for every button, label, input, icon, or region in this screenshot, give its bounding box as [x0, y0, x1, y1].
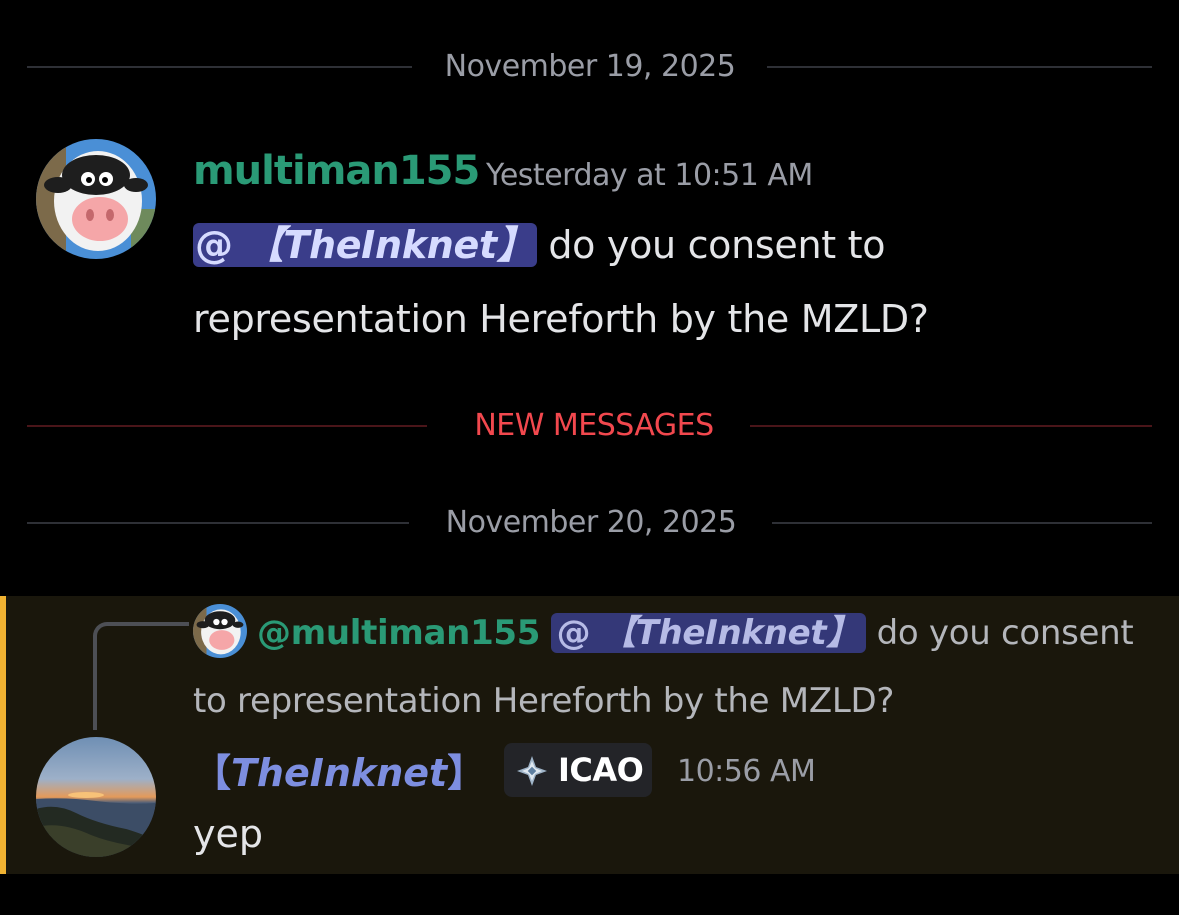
divider-line [767, 66, 1152, 68]
diamond-compass-icon [517, 756, 547, 786]
reply-preview[interactable]: @multiman155 @ 【TheInknet】 do you consen… [193, 599, 1153, 735]
reply-username[interactable]: @multiman155 [257, 613, 540, 653]
message-timestamp: 10:56 AM [677, 754, 816, 789]
message-username[interactable]: multiman155 [193, 148, 480, 194]
avatar[interactable] [36, 139, 156, 259]
user-mention[interactable]: @ 【TheInknet】 [193, 223, 537, 267]
date-label: November 19, 2025 [444, 49, 736, 84]
mention-at: @ [556, 613, 591, 653]
message-text: yep [193, 812, 263, 856]
username-bracket: 】 [447, 751, 486, 795]
cow-avatar-icon [193, 603, 247, 658]
date-divider: November 19, 2025 [27, 49, 1152, 84]
user-mention[interactable]: @ 【TheInknet】 [550, 613, 867, 653]
mention-at: @ [195, 223, 233, 267]
reply-spine [93, 622, 189, 730]
username-bracket: 【 [193, 751, 232, 795]
divider-line [750, 425, 1152, 427]
message-text: representation Hereforth by the MZLD? [193, 297, 929, 341]
sunset-coast-avatar-icon [36, 737, 156, 857]
message-timestamp: Yesterday at 10:51 AM [486, 158, 813, 193]
new-messages-divider: NEW MESSAGES [27, 408, 1152, 443]
mention-name: 【TheInknet】 [601, 613, 861, 653]
mention-name: 【TheInknet】 [245, 223, 535, 267]
avatar[interactable] [36, 737, 156, 857]
server-tag[interactable]: ICAO [504, 743, 652, 797]
new-messages-label: NEW MESSAGES [474, 408, 714, 443]
divider-line [772, 522, 1152, 524]
date-label: November 20, 2025 [445, 505, 737, 540]
divider-line [27, 522, 409, 524]
server-tag-label: ICAO [558, 751, 644, 789]
chat-view: November 19, 2025 multiman155 Yesterday … [0, 0, 1179, 915]
message-username[interactable]: 【TheInknet】 [193, 742, 485, 797]
divider-line [27, 425, 427, 427]
username-core: TheInknet [231, 751, 448, 795]
date-divider: November 20, 2025 [27, 505, 1152, 540]
divider-line [27, 66, 412, 68]
message-text: do you consent to [536, 223, 886, 267]
message-content: @ 【TheInknet】 do you consent to represen… [193, 208, 1153, 356]
reply-avatar[interactable] [193, 603, 247, 658]
cow-avatar-icon [36, 139, 156, 259]
mention-highlight-bar [0, 596, 6, 874]
